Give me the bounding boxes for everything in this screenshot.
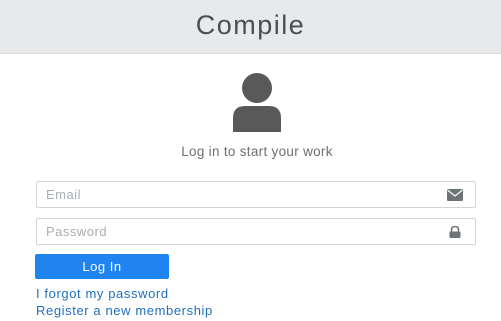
app-title: Compile xyxy=(195,10,306,40)
email-field[interactable] xyxy=(36,181,476,208)
forgot-password-link[interactable]: I forgot my password xyxy=(36,286,169,301)
password-input[interactable] xyxy=(37,219,446,244)
login-button[interactable]: Log In xyxy=(35,254,169,279)
login-box-message: Log in to start your work xyxy=(181,144,333,159)
lock-icon xyxy=(447,226,463,238)
login-page: Compile Log in to start your work Log In… xyxy=(0,0,501,321)
register-link[interactable]: Register a new membership xyxy=(36,303,213,318)
header-bar: Compile xyxy=(0,0,501,54)
user-avatar-icon xyxy=(231,72,283,132)
envelope-icon xyxy=(447,189,463,201)
password-field[interactable] xyxy=(36,218,476,245)
email-input[interactable] xyxy=(37,182,446,207)
